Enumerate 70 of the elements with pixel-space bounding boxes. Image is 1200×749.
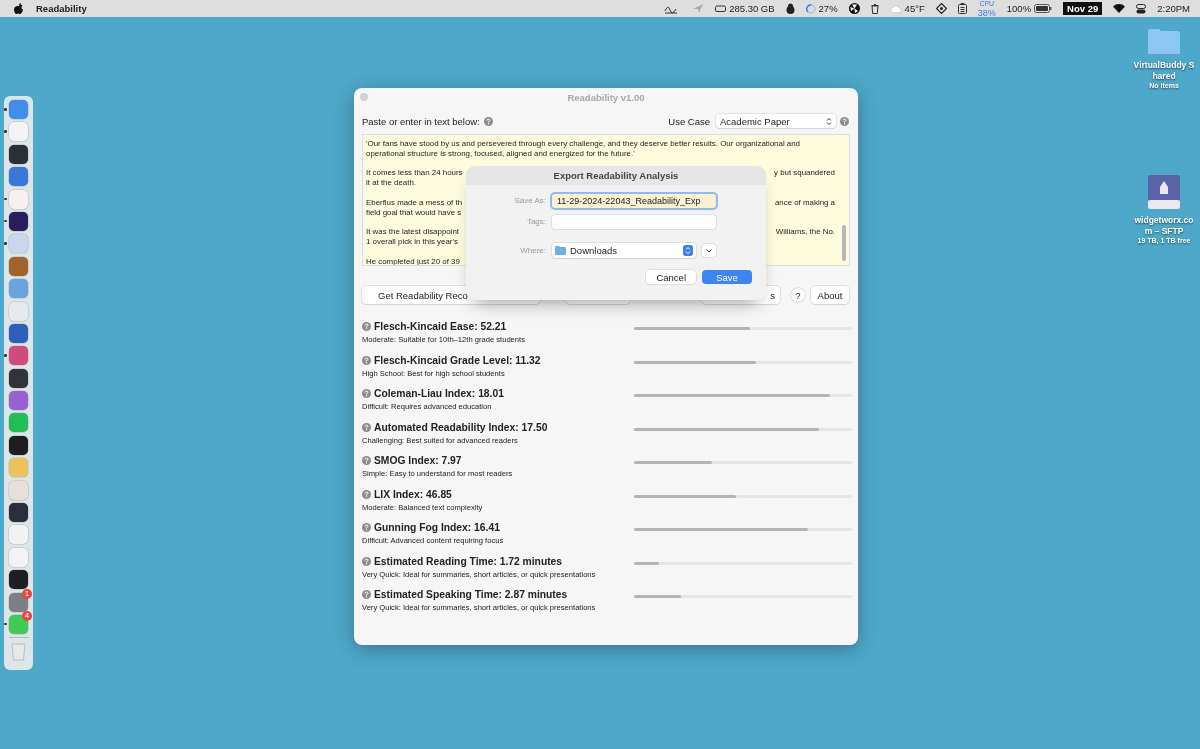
chevron-updown-icon [683,245,693,256]
prompt-label: Paste or enter in text below: [362,115,480,127]
app-icon[interactable] [9,144,28,164]
notification-badge: 4 [22,611,32,621]
use-case-select[interactable]: Academic Paper [716,114,836,128]
dialog-title: Export Readability Analysis [466,166,766,185]
metric-title: Automated Readability Index: 17.50 [374,421,548,433]
help-icon[interactable] [362,422,371,432]
metric-title: LIX Index: 46.85 [374,488,452,500]
cancel-button[interactable]: Cancel [646,270,696,284]
help-icon[interactable] [362,355,371,365]
app-icon[interactable] [9,368,28,388]
tags-field[interactable] [552,214,716,229]
chevron-down-icon [706,248,712,253]
help-icon[interactable] [362,556,371,566]
help-icon[interactable] [483,116,493,126]
fan-icon[interactable] [848,3,860,14]
app-menu-title[interactable]: Readability [36,3,87,14]
metric-title: Estimated Reading Time: 1.72 minutes [374,555,563,567]
metric-title: Gunning Fog Index: 16.41 [374,522,500,533]
expand-button[interactable] [702,244,716,257]
metric-title: Coleman-Liau Index: 18.01 [374,388,504,399]
action-button[interactable]: About [811,286,849,304]
folder-icon [555,246,566,255]
notification-badge: 1 [22,588,32,599]
where-select[interactable]: Downloads [552,243,696,258]
tags-label: Tags: [525,217,546,226]
clipboard-icon[interactable] [957,3,967,14]
chevron-updown-icon [826,116,832,126]
help-icon[interactable] [362,456,371,465]
help-icon[interactable] [362,523,371,532]
lock-icon[interactable] [785,3,795,14]
app-icon[interactable] [9,211,28,231]
cloud-icon [889,4,902,13]
help-icon[interactable] [840,116,849,126]
save-button[interactable]: Save [702,270,752,284]
app-icon[interactable] [9,503,28,523]
scrollbar-thumb[interactable] [842,225,846,261]
help-icon[interactable] [362,489,371,499]
app-icon[interactable] [9,570,28,590]
save-as-field[interactable]: 11-29-2024-22043_Readability_Exp [552,193,716,208]
metric-title: Flesch-Kincaid Ease: 52.21 [374,321,507,332]
progress-ring-icon [805,3,816,14]
window-title: Readability v1.00 [567,91,645,103]
use-case-label: Use Case [668,115,710,127]
wifi-icon[interactable] [1113,4,1126,13]
diamond-icon[interactable] [935,3,947,14]
date-text[interactable]: Nov 29 [1063,2,1103,15]
temperature-text: 45°F [904,3,925,14]
help-icon[interactable] [362,322,371,331]
plane-icon[interactable] [692,3,705,14]
save-as-label: Save As: [513,196,546,205]
metric-title: Estimated Speaking Time: 2.87 minutes [374,589,568,600]
battery-icon[interactable] [1034,4,1053,13]
help-button[interactable]: ? [791,288,805,302]
apple-logo-icon[interactable] [14,2,24,15]
help-icon[interactable] [362,389,371,398]
control-center-icon[interactable] [1136,3,1147,14]
metric-title: SMOG Index: 7.97 [374,455,462,466]
trash-icon[interactable] [870,3,879,14]
battery-percent-text: 100% [1006,3,1032,14]
disk-space-text: 285.30 GB [729,3,775,14]
clock-text[interactable]: 2:20PM [1157,3,1190,14]
metric-title: Flesch-Kincaid Grade Level: 11.32 [374,354,541,366]
progress-text: 27% [818,3,838,14]
cpu-usage-text: 38% [977,10,996,17]
external-drive-icon[interactable] [1147,174,1181,210]
where-label: Where: [519,246,546,255]
app-icon[interactable] [9,435,28,455]
help-icon[interactable] [362,590,371,599]
